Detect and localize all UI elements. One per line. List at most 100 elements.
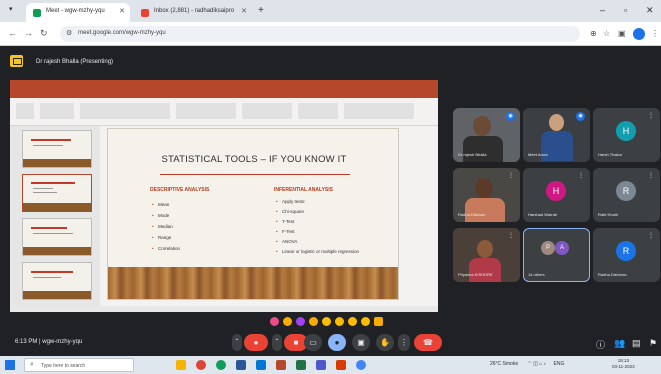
right-item: F-Test — [276, 229, 294, 234]
windows-start-icon[interactable] — [5, 360, 15, 370]
ppt-ribbon-tabs — [10, 89, 438, 98]
close-icon[interactable]: ✕ — [119, 7, 125, 15]
gmail-favicon-icon — [141, 9, 149, 17]
thumbs-down-icon[interactable] — [374, 317, 383, 326]
left-item: Range — [152, 235, 171, 240]
back-icon[interactable]: ← — [8, 28, 17, 38]
surprised-icon[interactable] — [335, 317, 344, 326]
activities-icon[interactable]: ⚑ — [649, 338, 657, 349]
profile-avatar[interactable] — [633, 28, 645, 40]
teams-icon[interactable] — [316, 360, 326, 370]
url-input[interactable]: ⚙ meet.google.com/wgw-mzhy-yqu — [60, 26, 580, 42]
left-item: Correlation — [152, 246, 180, 251]
chrome-menu-icon[interactable]: ⋮ — [651, 29, 659, 38]
avatar: R — [616, 241, 636, 261]
tab-label: Meet - wgw-mzhy-yqu — [46, 8, 105, 14]
word-icon[interactable] — [236, 360, 246, 370]
left-item: Mean — [152, 202, 169, 207]
taskbar-search-input[interactable]: ⌕ Type here to search — [24, 358, 134, 372]
minimize-icon[interactable]: – — [600, 5, 605, 15]
person-head — [477, 240, 493, 258]
avatar: H — [546, 181, 566, 201]
chrome-alt-icon[interactable] — [356, 360, 366, 370]
edge-icon[interactable] — [216, 360, 226, 370]
zoom-icon[interactable]: ⊕ — [590, 29, 597, 38]
language-indicator[interactable]: ENG — [554, 361, 565, 367]
tray-icons[interactable]: ⌃ ◫ ⌂ ♪ — [528, 361, 547, 367]
right-item: Linear or logistic or multiple regressio… — [276, 249, 359, 254]
excel-icon[interactable] — [296, 360, 306, 370]
meet-header: Dr rajesh Bhalla (Presenting) — [0, 46, 661, 76]
office-icon[interactable] — [336, 360, 346, 370]
more-vertical-icon[interactable]: ⋮ — [578, 172, 584, 179]
browser-tab-bar: Meet - wgw-mzhy-yqu ✕ Inbox (2,881) - ra… — [0, 0, 661, 22]
participant-name: Radha Dikshan — [458, 212, 486, 217]
tab-meet[interactable]: Meet - wgw-mzhy-yqu ✕ — [26, 3, 130, 22]
file-explorer-icon[interactable] — [176, 360, 186, 370]
sad-icon[interactable] — [348, 317, 357, 326]
mic-options-icon[interactable]: ⌃ — [232, 334, 242, 351]
chat-icon[interactable]: ▤ — [632, 338, 641, 349]
mic-off-icon[interactable]: ● — [244, 334, 268, 351]
tab-search-icon[interactable]: ▾ — [9, 5, 13, 13]
participant-tile[interactable]: ◉ Meet Arora — [523, 108, 590, 162]
thumb-wood — [23, 247, 91, 255]
avatar: R — [616, 181, 636, 201]
participant-tile[interactable]: ⋮ H Harshad Warrde — [523, 168, 590, 222]
thinking-icon[interactable] — [361, 317, 370, 326]
close-icon[interactable]: ✕ — [241, 7, 247, 15]
more-vertical-icon[interactable]: ⋮ — [508, 172, 514, 179]
ppt-status-bar — [10, 306, 438, 312]
participant-name: Priyanka KISHORE — [458, 272, 493, 277]
participant-tile-group[interactable]: P A 14 others — [523, 228, 590, 282]
store-icon[interactable] — [256, 360, 266, 370]
participant-tile[interactable]: ⋮ Radha Dikshan — [453, 168, 520, 222]
laugh-icon[interactable] — [322, 317, 331, 326]
participant-tile[interactable]: ⋮ R Rafe Khatri — [593, 168, 660, 222]
captions-icon[interactable]: ▭ — [304, 334, 322, 351]
forward-icon[interactable]: → — [24, 28, 33, 38]
left-item: Median — [152, 224, 173, 229]
windows-taskbar: ⌕ Type here to search 26°C Smoke ⌃ ◫ ⌂ ♪… — [0, 356, 661, 374]
people-icon[interactable]: 👥 — [614, 338, 625, 349]
site-info-icon[interactable]: ⚙ — [66, 29, 72, 37]
info-icon[interactable]: ⓘ — [596, 338, 605, 351]
powerpoint-icon[interactable] — [276, 360, 286, 370]
participant-tile[interactable]: ⋮ Priyanka KISHORE — [453, 228, 520, 282]
window-close-icon[interactable]: ✕ — [646, 5, 654, 16]
ppt-ribbon-group — [242, 103, 292, 119]
participant-name: Rafe Khatri — [598, 212, 619, 217]
bookmark-star-icon[interactable]: ☆ — [603, 29, 610, 38]
participant-tile[interactable]: ⋮ H Harsh Thakur — [593, 108, 660, 162]
reload-icon[interactable]: ↻ — [40, 28, 48, 39]
new-tab-button[interactable]: + — [258, 5, 264, 16]
ppt-title-bar — [10, 80, 438, 89]
more-vertical-icon[interactable]: ⋮ — [648, 172, 654, 179]
taskbar-clock[interactable]: 18:13 03-11-2023 — [612, 358, 635, 370]
participant-tile[interactable]: ⋮ R Radha Dishman — [593, 228, 660, 282]
heart-icon[interactable] — [270, 317, 279, 326]
emoji-icon[interactable]: ● — [328, 334, 346, 351]
thumbs-up-icon[interactable] — [283, 317, 292, 326]
chrome-icon[interactable] — [196, 360, 206, 370]
more-vertical-icon[interactable]: ⋮ — [648, 112, 654, 119]
weather-status[interactable]: 26°C Smoke — [490, 361, 518, 367]
participant-tile[interactable]: ◉ Dr rajesh Bhalla — [453, 108, 520, 162]
right-item: T-Test — [276, 219, 294, 224]
more-vertical-icon[interactable]: ⋮ — [398, 334, 410, 351]
url-text: meet.google.com/wgw-mzhy-yqu — [78, 30, 166, 36]
more-vertical-icon[interactable]: ⋮ — [508, 232, 514, 239]
maximize-icon[interactable]: ▫ — [624, 5, 627, 15]
thumb-wood — [23, 291, 91, 299]
call-end-icon[interactable]: ☎ — [414, 334, 442, 351]
clap-icon[interactable] — [309, 317, 318, 326]
party-icon[interactable] — [296, 317, 305, 326]
hand-icon[interactable]: ✋ — [376, 334, 394, 351]
extensions-icon[interactable]: ▣ — [618, 29, 626, 38]
more-vertical-icon[interactable]: ⋮ — [648, 232, 654, 239]
slide-title: STATISTICAL TOOLS – IF YOU KNOW IT — [161, 154, 347, 165]
camera-options-icon[interactable]: ⌃ — [272, 334, 282, 351]
reactions-bar — [270, 317, 400, 327]
tab-gmail[interactable]: Inbox (2,881) - radhadiksaipro ✕ — [134, 3, 252, 22]
present-icon[interactable]: ▣ — [352, 334, 370, 351]
